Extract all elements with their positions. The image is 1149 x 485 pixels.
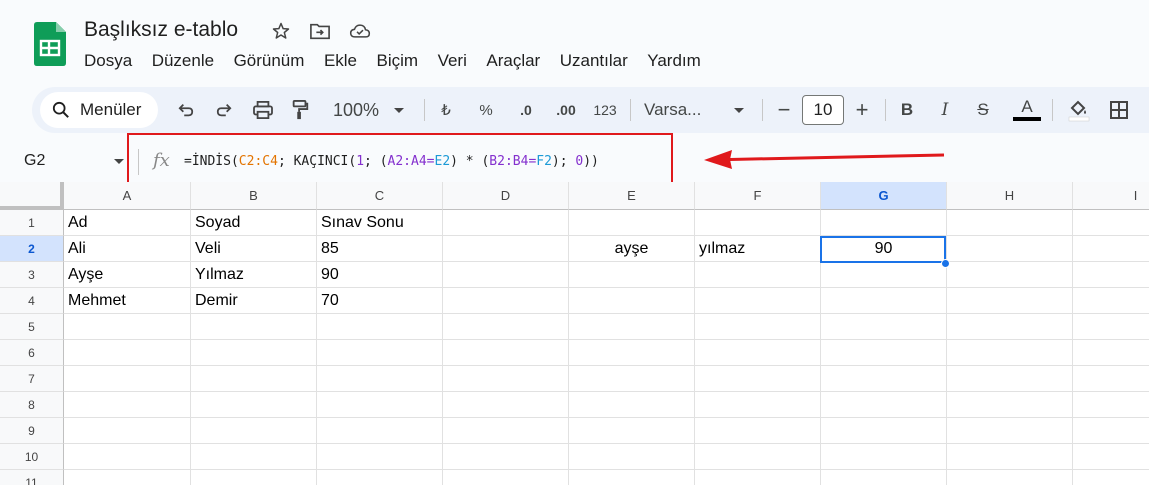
undo-icon[interactable] bbox=[174, 95, 198, 125]
grid-line bbox=[64, 469, 1149, 470]
print-icon[interactable] bbox=[250, 95, 276, 125]
name-box[interactable]: G2 bbox=[24, 152, 45, 170]
menu-uzantilar[interactable]: Uzantılar bbox=[560, 51, 628, 71]
cell-f2[interactable]: yılmaz bbox=[695, 236, 820, 262]
annotation-arrow bbox=[704, 150, 945, 169]
cloud-saved-icon[interactable] bbox=[349, 20, 371, 42]
cell-b4[interactable]: Demir bbox=[191, 288, 316, 314]
column-header-h[interactable]: H bbox=[947, 182, 1073, 210]
menu-gorunum[interactable]: Görünüm bbox=[234, 51, 305, 71]
row-header-9[interactable]: 9 bbox=[0, 418, 64, 444]
cell-c4[interactable]: 70 bbox=[317, 288, 442, 314]
percent-format-button[interactable]: % bbox=[475, 95, 497, 125]
decrease-decimal-button[interactable]: .0 bbox=[510, 95, 542, 125]
redo-icon[interactable] bbox=[212, 95, 236, 125]
row-header-5[interactable]: 5 bbox=[0, 314, 64, 340]
sheets-window: Başlıksız e-tablo Dosya Düzenle Görünüm … bbox=[0, 0, 1149, 485]
star-icon[interactable] bbox=[270, 20, 292, 42]
paint-format-icon[interactable] bbox=[288, 95, 312, 125]
grid-line bbox=[64, 443, 1149, 444]
row-header-6[interactable]: 6 bbox=[0, 340, 64, 366]
column-header-d[interactable]: D bbox=[443, 182, 569, 210]
italic-button[interactable]: I bbox=[934, 95, 956, 125]
column-header-a[interactable]: A bbox=[64, 182, 191, 210]
annotation-highlight-box bbox=[127, 133, 673, 187]
menu-bar: Dosya Düzenle Görünüm Ekle Biçim Veri Ar… bbox=[84, 51, 720, 71]
document-title[interactable]: Başlıksız e-tablo bbox=[84, 18, 238, 42]
text-color-button[interactable]: A bbox=[1012, 95, 1042, 125]
menu-veri[interactable]: Veri bbox=[438, 51, 467, 71]
row-header-1[interactable]: 1 bbox=[0, 210, 64, 236]
move-folder-icon[interactable] bbox=[309, 20, 331, 42]
cell-b1[interactable]: Soyad bbox=[191, 210, 316, 236]
column-header-c[interactable]: C bbox=[317, 182, 443, 210]
cell-c2[interactable]: 85 bbox=[317, 236, 442, 262]
borders-icon[interactable] bbox=[1106, 95, 1132, 125]
toolbar: Menüler 100% ₺ % .0 .00 123 Varsa... − 1… bbox=[32, 87, 1149, 133]
text-color-swatch bbox=[1013, 117, 1041, 121]
sheets-logo-icon[interactable] bbox=[34, 22, 66, 66]
menu-yardim[interactable]: Yardım bbox=[647, 51, 701, 71]
name-box-caret-icon[interactable] bbox=[114, 159, 124, 164]
toolbar-divider bbox=[1052, 99, 1053, 121]
menu-araclar[interactable]: Araçlar bbox=[486, 51, 540, 71]
grid-line bbox=[64, 339, 1149, 340]
search-icon bbox=[52, 101, 69, 118]
menu-search-button[interactable]: Menüler bbox=[40, 92, 158, 128]
toolbar-divider bbox=[885, 99, 886, 121]
menu-duzenle[interactable]: Düzenle bbox=[152, 51, 214, 71]
cell-c3[interactable]: 90 bbox=[317, 262, 442, 288]
strikethrough-button[interactable]: S bbox=[972, 95, 994, 125]
row-header-8[interactable]: 8 bbox=[0, 392, 64, 418]
cell-a1[interactable]: Ad bbox=[64, 210, 190, 236]
menu-ekle[interactable]: Ekle bbox=[324, 51, 357, 71]
select-all-corner[interactable] bbox=[0, 182, 64, 210]
column-header-f[interactable]: F bbox=[695, 182, 821, 210]
cell-a2[interactable]: Ali bbox=[64, 236, 190, 262]
cell-a3[interactable]: Ayşe bbox=[64, 262, 190, 288]
text-color-label: A bbox=[1021, 97, 1033, 116]
decrease-decimal-label: .0 bbox=[520, 102, 532, 118]
row-header-4[interactable]: 4 bbox=[0, 288, 64, 314]
cell-b3[interactable]: Yılmaz bbox=[191, 262, 316, 288]
menu-dosya[interactable]: Dosya bbox=[84, 51, 132, 71]
grid-line bbox=[64, 391, 1149, 392]
menu-bicim[interactable]: Biçim bbox=[377, 51, 419, 71]
column-header-e[interactable]: E bbox=[569, 182, 695, 210]
grid-line bbox=[64, 365, 1149, 366]
currency-format-button[interactable]: ₺ bbox=[436, 95, 456, 125]
column-header-b[interactable]: B bbox=[191, 182, 317, 210]
increase-decimal-button[interactable]: .00 bbox=[550, 95, 582, 125]
row-header-7[interactable]: 7 bbox=[0, 366, 64, 392]
toolbar-divider bbox=[424, 99, 425, 121]
grid-line bbox=[64, 417, 1149, 418]
fill-handle[interactable] bbox=[941, 259, 950, 268]
fill-color-icon[interactable] bbox=[1064, 95, 1094, 125]
font-size-increase-button[interactable]: + bbox=[852, 95, 872, 125]
row-header-2[interactable]: 2 bbox=[0, 236, 64, 262]
row-header-3[interactable]: 3 bbox=[0, 262, 64, 288]
toolbar-divider bbox=[630, 99, 631, 121]
active-cell-outline bbox=[820, 236, 946, 263]
sheet-grid: A B C D E F G H I 1 2 3 4 5 6 7 8 9 10 1… bbox=[0, 182, 1149, 485]
cell-a4[interactable]: Mehmet bbox=[64, 288, 190, 314]
column-header-g[interactable]: G bbox=[821, 182, 947, 210]
cell-b2[interactable]: Veli bbox=[191, 236, 316, 262]
menu-search-label: Menüler bbox=[80, 100, 142, 119]
zoom-select[interactable]: 100% bbox=[328, 95, 384, 125]
font-size-input[interactable]: 10 bbox=[802, 95, 844, 125]
font-size-decrease-button[interactable]: − bbox=[774, 95, 794, 125]
cell-c1[interactable]: Sınav Sonu bbox=[317, 210, 442, 236]
row-header-11[interactable]: 11 bbox=[0, 470, 64, 485]
row-header-10[interactable]: 10 bbox=[0, 444, 64, 470]
zoom-caret-icon[interactable] bbox=[392, 95, 406, 125]
font-family-select[interactable]: Varsa... bbox=[644, 95, 714, 125]
column-header-i[interactable]: I bbox=[1073, 182, 1149, 210]
increase-decimal-label: .00 bbox=[556, 102, 576, 118]
cell-e2[interactable]: ayşe bbox=[569, 236, 694, 262]
font-caret-icon[interactable] bbox=[732, 95, 746, 125]
more-formats-button[interactable]: 123 bbox=[590, 95, 620, 125]
bold-button[interactable]: B bbox=[896, 95, 918, 125]
toolbar-divider bbox=[762, 99, 763, 121]
